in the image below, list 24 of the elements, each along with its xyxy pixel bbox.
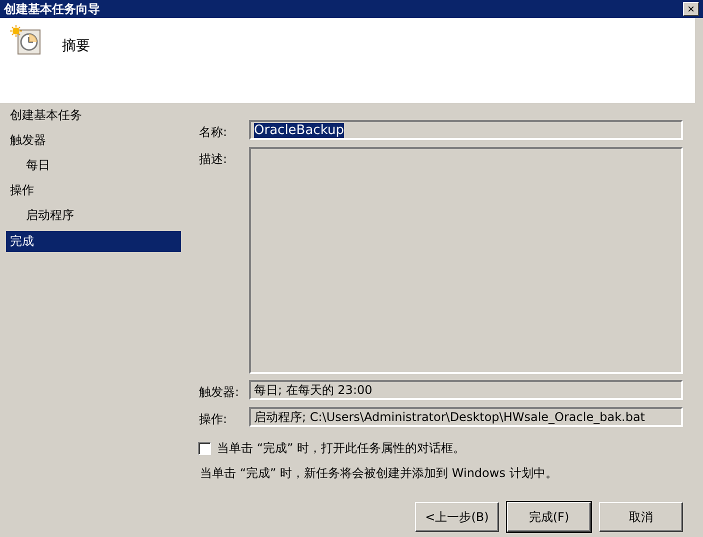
field-label: 触发器:	[199, 384, 240, 401]
close-button[interactable]: ×	[683, 2, 699, 16]
info-text: 当单击 “完成” 时，新任务将会被创建并添加到 Windows 计划中。	[199, 465, 558, 482]
field-label: 操作:	[199, 411, 228, 428]
dialog-button[interactable]: <上一步(B)	[415, 502, 499, 532]
dialog-button[interactable]: 完成(F)	[507, 502, 591, 532]
field-label: 描述:	[199, 151, 228, 168]
checkbox[interactable]	[198, 442, 211, 455]
description-field[interactable]	[249, 147, 683, 374]
field-label: 名称:	[199, 124, 228, 141]
sidebar-item[interactable]: 每日	[6, 156, 181, 175]
window-title: 创建基本任务向导	[4, 0, 100, 18]
page-heading: 摘要	[62, 37, 90, 55]
sidebar-item[interactable]: 触发器	[6, 131, 181, 150]
trigger-field: 每日; 在每天的 23:00	[249, 380, 683, 400]
clock-icon	[10, 25, 42, 57]
sidebar-item[interactable]: 启动程序	[6, 206, 181, 225]
checkbox-label: 当单击 “完成” 时，打开此任务属性的对话框。	[217, 440, 466, 457]
sidebar-item[interactable]: 完成	[6, 231, 181, 252]
sidebar-item[interactable]: 创建基本任务	[6, 106, 181, 125]
name-field[interactable]: OracleBackup	[249, 120, 683, 140]
sidebar-item[interactable]: 操作	[6, 181, 181, 200]
action-field: 启动程序; C:\Users\Administrator\Desktop\HWsale_Oracle_bak.bat	[249, 407, 683, 427]
dialog-button[interactable]: 取消	[599, 502, 683, 532]
